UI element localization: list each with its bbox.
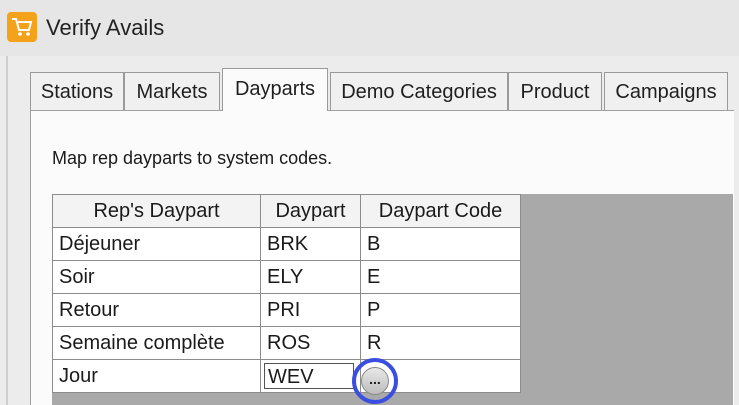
tab-markets[interactable]: Markets: [124, 72, 220, 110]
column-header-daypart-code[interactable]: Daypart Code: [360, 194, 521, 228]
tab-demo-categories[interactable]: Demo Categories: [330, 72, 508, 110]
verify-avails-window: Verify Avails Stations Markets Dayparts …: [0, 0, 739, 405]
grid-header-row: Rep's Daypart Daypart Daypart Code: [52, 194, 521, 228]
tab-stations[interactable]: Stations: [30, 72, 124, 110]
table-row[interactable]: Semaine complète ROS R: [52, 326, 521, 360]
daypart-code-cell[interactable]: P: [360, 293, 521, 327]
tab-dayparts[interactable]: Dayparts: [222, 68, 328, 111]
reps-daypart-cell[interactable]: Semaine complète: [52, 326, 261, 360]
column-header-reps-daypart[interactable]: Rep's Daypart: [52, 194, 261, 228]
daypart-code-cell[interactable]: E: [360, 260, 521, 294]
table-row[interactable]: Retour PRI P: [52, 293, 521, 327]
tab-product[interactable]: Product: [508, 72, 602, 110]
daypart-cell[interactable]: PRI: [260, 293, 361, 327]
daypart-cell[interactable]: ELY: [260, 260, 361, 294]
window-title: Verify Avails: [46, 15, 165, 40]
highlight-ring: ...: [352, 358, 398, 404]
daypart-code-cell[interactable]: R: [360, 326, 521, 360]
daypart-mapping-grid: Rep's Daypart Daypart Daypart Code Déjeu…: [52, 194, 521, 393]
column-header-daypart[interactable]: Daypart: [260, 194, 361, 228]
reps-daypart-cell[interactable]: Soir: [52, 260, 261, 294]
daypart-cell[interactable]: ROS: [260, 326, 361, 360]
reps-daypart-cell[interactable]: Déjeuner: [52, 227, 261, 261]
tab-strip: Stations Markets Dayparts Demo Categorie…: [30, 68, 730, 112]
panel-description: Map rep dayparts to system codes.: [52, 148, 333, 168]
window-frame: [6, 56, 8, 405]
reps-daypart-cell[interactable]: Retour: [52, 293, 261, 327]
daypart-code-cell[interactable]: B: [360, 227, 521, 261]
tab-campaigns[interactable]: Campaigns: [604, 72, 728, 110]
ellipsis-button[interactable]: ...: [361, 367, 389, 395]
title-bar: Verify Avails: [0, 0, 739, 56]
daypart-edit-field[interactable]: WEV: [264, 363, 354, 389]
table-row[interactable]: Soir ELY E: [52, 260, 521, 294]
shopping-cart-icon: [7, 12, 37, 42]
daypart-edit-cell[interactable]: WEV: [260, 359, 361, 393]
table-row[interactable]: Jour WEV: [52, 359, 521, 393]
daypart-cell[interactable]: BRK: [260, 227, 361, 261]
reps-daypart-cell[interactable]: Jour: [52, 359, 261, 393]
table-row[interactable]: Déjeuner BRK B: [52, 227, 521, 261]
